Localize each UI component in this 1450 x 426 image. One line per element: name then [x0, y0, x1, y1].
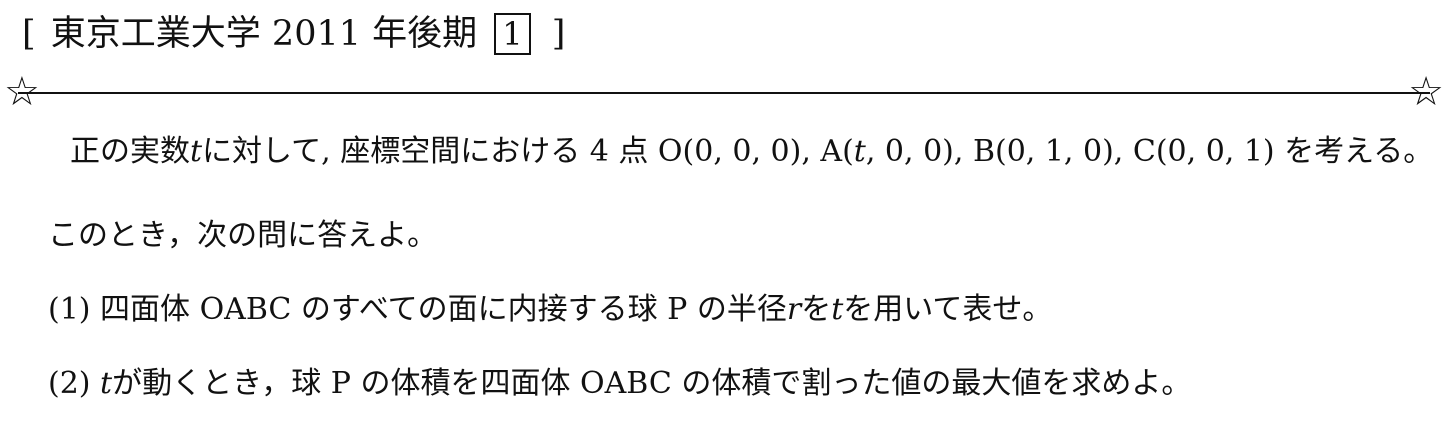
text-span: 正の実数: [70, 134, 190, 169]
text-span: (2): [48, 366, 101, 401]
problem-header: [ 東京工業大学 2011 年後期 1 ]: [18, 10, 569, 58]
question-2: (2) tが動くとき，球 P の体積を四面体 OABC の体積で割った値の最大値…: [48, 364, 1191, 404]
variable-t: t: [100, 366, 113, 401]
text-span: に対して, 座標空間における 4 点 O(0, 0, 0), A(: [202, 134, 854, 169]
exam-title: 東京工業大学 2011 年後期: [50, 14, 478, 54]
divider-rule: [18, 92, 1430, 94]
variable-r: r: [786, 292, 802, 327]
close-bracket: ]: [551, 14, 566, 54]
problem-intro-line2: このとき，次の問に答えよ。: [48, 218, 438, 253]
text-span: , 0, 0), B(0, 1, 0), C(0, 0, 1) を考える。: [865, 134, 1434, 169]
open-bracket: [: [22, 14, 36, 54]
star-icon: ☆: [1408, 69, 1444, 115]
variable-t: t: [190, 134, 203, 169]
question-1: (1) 四面体 OABC のすべての面に内接する球 P の半径rをtを用いて表せ…: [48, 290, 1052, 330]
problem-number-box: 1: [494, 13, 531, 55]
text-span: を: [801, 292, 832, 327]
text-span: が動くとき，球 P の体積を四面体 OABC の体積で割った値の最大値を求めよ。: [112, 366, 1192, 401]
text-span: を用いて表せ。: [843, 292, 1053, 327]
text-span: (1) 四面体 OABC のすべての面に内接する球 P の半径: [48, 292, 787, 327]
variable-t: t: [853, 134, 866, 169]
variable-t: t: [831, 292, 844, 327]
problem-intro-line1: 正の実数tに対して, 座標空間における 4 点 O(0, 0, 0), A(t,…: [70, 132, 1433, 172]
